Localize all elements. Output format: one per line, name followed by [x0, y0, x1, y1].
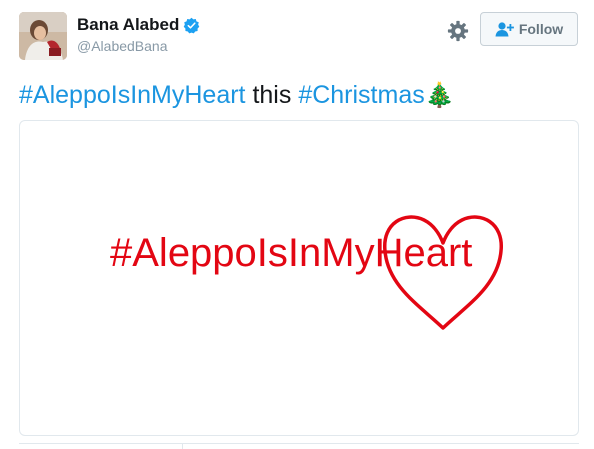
- media-card[interactable]: #AleppoIsInMyHeart: [19, 120, 579, 436]
- gear-icon[interactable]: [447, 20, 469, 42]
- avatar[interactable]: [19, 12, 67, 60]
- author-name[interactable]: Bana Alabed: [77, 15, 179, 35]
- christmas-tree-icon: 🎄: [424, 82, 455, 109]
- follow-button-label: Follow: [518, 21, 564, 37]
- verified-badge-icon: [184, 17, 200, 33]
- divider: [19, 443, 579, 444]
- tweet-text: #AleppoIsInMyHeart this #Christmas🎄: [19, 78, 455, 113]
- media-image-text: #AleppoIsInMyHeart: [110, 231, 472, 275]
- follow-button[interactable]: Follow: [480, 12, 578, 46]
- add-user-icon: [495, 22, 514, 37]
- author-handle[interactable]: @AlabedBana: [77, 38, 168, 54]
- author-name-row: Bana Alabed: [77, 15, 200, 35]
- media-image: #AleppoIsInMyHeart: [110, 215, 503, 330]
- avatar-photo: [19, 12, 67, 60]
- hashtag-link-christmas[interactable]: #Christmas: [298, 81, 424, 109]
- divider-tick: [182, 443, 183, 449]
- hashtag-link-aleppo[interactable]: #AleppoIsInMyHeart: [19, 81, 246, 109]
- tweet-word: this: [245, 81, 299, 109]
